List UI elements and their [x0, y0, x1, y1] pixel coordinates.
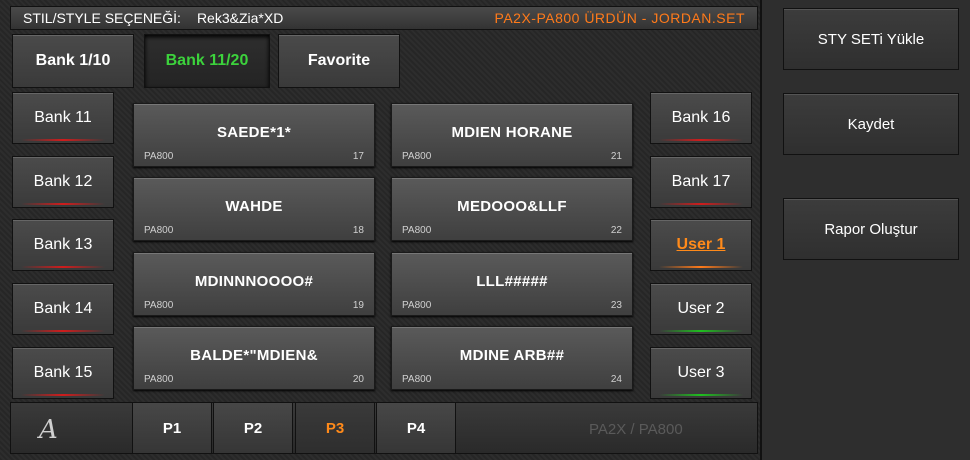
tab-bank-1-10[interactable]: Bank 1/10 [12, 34, 134, 88]
style-name: MEDOOO&LLF [457, 198, 567, 215]
brand-logo-icon: A [39, 415, 58, 445]
user-3-button[interactable]: User 3 [650, 347, 752, 399]
style-selector-panel: STIL/STYLE SEÇENEĞİ: Rek3&Zia*XD PA2X-PA… [0, 0, 762, 460]
style-slot-17[interactable]: SAEDE*1* PA800 17 [133, 103, 375, 167]
bank-14-button[interactable]: Bank 14 [12, 283, 114, 335]
tab-bank-11-20[interactable]: Bank 11/20 [144, 34, 270, 88]
style-name: BALDE*"MDIEN& [190, 347, 318, 364]
bank-13-button[interactable]: Bank 13 [12, 219, 114, 271]
style-slot-19[interactable]: MDINNNOOOO# PA800 19 [133, 252, 375, 316]
style-name: LLL##### [476, 273, 548, 290]
bank-12-button[interactable]: Bank 12 [12, 156, 114, 208]
style-slot-23[interactable]: LLL##### PA800 23 [391, 252, 633, 316]
page-p1-button[interactable]: P1 [132, 403, 212, 453]
product-title: PA2X-PA800 ÜRDÜN - JORDAN.SET [494, 10, 745, 26]
style-name: MDIEN HORANE [451, 124, 573, 141]
user-2-button[interactable]: User 2 [650, 283, 752, 335]
style-number: 24 [610, 374, 622, 385]
load-sty-set-button[interactable]: STY SETi Yükle [783, 8, 959, 70]
style-slot-22[interactable]: MEDOOO&LLF PA800 22 [391, 177, 633, 241]
style-model: PA800 [144, 300, 174, 311]
style-slot-18[interactable]: WAHDE PA800 18 [133, 177, 375, 241]
style-number: 20 [352, 374, 364, 385]
style-model: PA800 [144, 225, 174, 236]
style-slot-21[interactable]: MDIEN HORANE PA800 21 [391, 103, 633, 167]
style-name: MDINE ARB## [459, 347, 565, 364]
style-name: SAEDE*1* [216, 124, 292, 141]
style-number: 23 [610, 300, 622, 311]
create-report-button[interactable]: Rapor Oluştur [783, 198, 959, 260]
style-name: WAHDE [225, 198, 283, 215]
style-name: MDINNNOOOO# [194, 273, 314, 290]
page-p2-button[interactable]: P2 [213, 403, 293, 453]
device-label: PA2X / PA800 [589, 421, 683, 438]
style-model: PA800 [402, 225, 432, 236]
title-label: STIL/STYLE SEÇENEĞİ: [23, 10, 181, 26]
selected-style-value: Rek3&Zia*XD [196, 10, 284, 26]
style-model: PA800 [402, 151, 432, 162]
style-number: 19 [352, 300, 364, 311]
style-model: PA800 [144, 151, 174, 162]
style-slot-20[interactable]: BALDE*"MDIEN& PA800 20 [133, 326, 375, 390]
bank-17-button[interactable]: Bank 17 [650, 156, 752, 208]
style-number: 18 [352, 225, 364, 236]
style-slot-24[interactable]: MDINE ARB## PA800 24 [391, 326, 633, 390]
style-model: PA800 [402, 374, 432, 385]
tab-favorite[interactable]: Favorite [278, 34, 400, 88]
save-button[interactable]: Kaydet [783, 93, 959, 155]
bank-11-button[interactable]: Bank 11 [12, 92, 114, 144]
style-number: 21 [610, 151, 622, 162]
page-bar: A P1 P2 P3 P4 PA2X / PA800 [10, 402, 758, 454]
style-model: PA800 [402, 300, 432, 311]
style-model: PA800 [144, 374, 174, 385]
bank-16-button[interactable]: Bank 16 [650, 92, 752, 144]
style-number: 22 [610, 225, 622, 236]
style-number: 17 [352, 151, 364, 162]
bank-15-button[interactable]: Bank 15 [12, 347, 114, 399]
user-1-button[interactable]: User 1 [650, 219, 752, 271]
page-p4-button[interactable]: P4 [376, 403, 456, 453]
page-p3-button[interactable]: P3 [295, 403, 375, 453]
title-bar: STIL/STYLE SEÇENEĞİ: Rek3&Zia*XD PA2X-PA… [10, 6, 758, 30]
